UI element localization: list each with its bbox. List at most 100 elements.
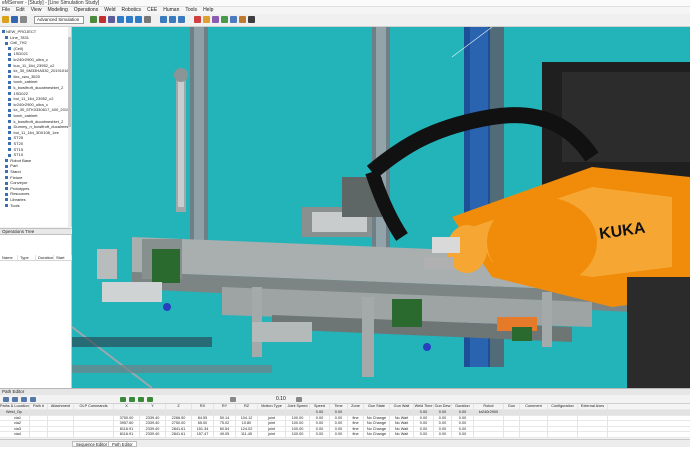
column-header[interactable]: Weld Time	[414, 404, 434, 410]
column-header[interactable]: RY	[214, 404, 236, 410]
column-header[interactable]: Joint Speed	[286, 404, 310, 410]
fit-view-icon[interactable]	[144, 16, 151, 23]
column-header[interactable]: X	[114, 404, 140, 410]
column-header[interactable]: Motion Type	[258, 404, 286, 410]
table-cell[interactable]: 8116.91	[114, 432, 140, 438]
graphic-viewer-3d[interactable]: KUKA	[72, 27, 690, 388]
tree-item[interactable]: Tools	[5, 203, 20, 208]
table-cell[interactable]: 0.00	[434, 432, 452, 438]
tree-item[interactable]: Robot Base	[5, 158, 31, 163]
column-header[interactable]: Robot	[474, 404, 504, 410]
tree-item[interactable]: ST25	[8, 135, 23, 140]
zoom-icon[interactable]	[135, 16, 142, 23]
table-cell[interactable]	[578, 432, 608, 438]
table-cell[interactable]: via4	[0, 432, 30, 438]
table-cell[interactable]: 100.00	[286, 432, 310, 438]
menu-human[interactable]: Human	[163, 7, 179, 14]
tree-item[interactable]: bol_11_1lld_3D0108_1ee	[8, 130, 59, 135]
tree-item[interactable]: torch_cabinet	[8, 113, 38, 118]
column-header[interactable]: Path #	[30, 404, 48, 410]
column-header[interactable]: Time	[330, 404, 348, 410]
ops-col-duration[interactable]: Duration	[36, 255, 54, 260]
tree-item[interactable]: torch_cabinet	[8, 79, 38, 84]
tree-item[interactable]: Part	[5, 163, 18, 168]
menu-modeling[interactable]: Modeling	[47, 7, 67, 14]
menu-tools[interactable]: Tools	[185, 7, 197, 14]
table-cell[interactable]: 0.00	[310, 432, 330, 438]
save-icon[interactable]	[11, 16, 18, 23]
tree-item[interactable]: 1SD021	[8, 51, 28, 56]
table-cell[interactable]: 0.00	[414, 432, 434, 438]
table-cell[interactable]	[74, 432, 114, 438]
table-cell[interactable]: 0.00	[330, 432, 348, 438]
menu-file[interactable]: File	[2, 7, 10, 14]
play-icon[interactable]	[90, 16, 97, 23]
tree-item[interactable]: Conveyor	[5, 180, 27, 185]
undo-icon[interactable]	[20, 16, 27, 23]
view-top-icon[interactable]	[169, 16, 176, 23]
play-backward-icon[interactable]	[120, 397, 126, 402]
tree-item[interactable]: kx_30_5M33HA532_20191016	[8, 68, 69, 73]
tree-item[interactable]: ST10	[8, 152, 23, 157]
column-header[interactable]: Configuration	[548, 404, 578, 410]
tree-item[interactable]: kux_11_1lld_23952_c2	[8, 63, 54, 68]
column-header[interactable]: External Axes	[578, 404, 608, 410]
open-icon[interactable]	[2, 16, 9, 23]
tree-item[interactable]: Cell_7H2	[5, 40, 27, 45]
table-cell[interactable]: No Wait	[390, 432, 414, 438]
tree-item[interactable]: Resources	[5, 191, 29, 196]
table-cell[interactable]	[520, 432, 548, 438]
tree-item[interactable]: k_bowlfroft_ducalmeshtet_2	[8, 119, 63, 124]
tree-item[interactable]: bol_11_1lld_23952_c2	[8, 96, 53, 101]
tree-item[interactable]: ST20	[8, 141, 23, 146]
table-row[interactable]: via4 8116.91 2339.40 2841.61 157.47 49.05 111.…	[0, 432, 690, 438]
menu-edit[interactable]: Edit	[16, 7, 25, 14]
tree-item[interactable]: ST15	[8, 147, 23, 152]
menu-cee[interactable]: CEE	[147, 7, 157, 14]
snapshot-icon[interactable]	[230, 16, 237, 23]
add-operation-icon[interactable]	[3, 397, 9, 402]
table-cell[interactable]: 2339.40	[140, 432, 166, 438]
table-cell[interactable]: joint	[258, 432, 286, 438]
tree-item[interactable]: kr240r2900_ultra_c	[8, 102, 48, 107]
tree-item[interactable]: Fixture	[5, 175, 23, 180]
tree-item[interactable]: Prototypes	[5, 186, 29, 191]
move-up-icon[interactable]	[21, 397, 27, 402]
move-down-icon[interactable]	[30, 397, 36, 402]
tree-item[interactable]: Libraries	[5, 197, 26, 202]
view-front-icon[interactable]	[160, 16, 167, 23]
menu-operations[interactable]: Operations	[74, 7, 98, 14]
tree-scroll-thumb[interactable]	[68, 37, 71, 127]
column-header[interactable]: RZ	[236, 404, 258, 410]
menu-help[interactable]: Help	[203, 7, 213, 14]
table-cell[interactable]: 111.45	[236, 432, 258, 438]
play-forward-icon[interactable]	[129, 397, 135, 402]
column-header[interactable]: RX	[192, 404, 214, 410]
table-cell[interactable]	[504, 432, 520, 438]
view-side-icon[interactable]	[178, 16, 185, 23]
pause-icon[interactable]	[138, 397, 144, 402]
column-header[interactable]: Z	[166, 404, 192, 410]
column-header[interactable]: Duration	[452, 404, 474, 410]
tree-scrollbar[interactable]	[68, 27, 71, 227]
tree-item[interactable]: kx_30_5TK0330817_400_20150821	[8, 107, 71, 112]
column-header[interactable]: Speed	[310, 404, 330, 410]
measure-icon[interactable]	[221, 16, 228, 23]
column-header[interactable]: Comment	[520, 404, 548, 410]
record-icon[interactable]	[194, 16, 201, 23]
column-header[interactable]: Gun State	[364, 404, 390, 410]
rotate-view-icon[interactable]	[117, 16, 124, 23]
tree-item[interactable]: Line_7831	[5, 35, 29, 40]
menu-view[interactable]: View	[31, 7, 42, 14]
menu-robotics[interactable]: Robotics	[122, 7, 141, 14]
jump-to-end-icon[interactable]	[147, 397, 153, 402]
table-cell[interactable]	[30, 432, 48, 438]
table-cell[interactable]: 0.00	[452, 432, 474, 438]
collision-icon[interactable]	[239, 16, 246, 23]
step-icon[interactable]	[108, 16, 115, 23]
tree-item[interactable]: k_bowlfroft_ducalmeshtet_2	[8, 85, 63, 90]
column-header[interactable]: Gun	[504, 404, 520, 410]
simulation-mode-select[interactable]: Advanced Simulation	[34, 16, 84, 24]
tree-item[interactable]: NEW_PROJECT	[2, 29, 36, 34]
menu-weld[interactable]: Weld	[104, 7, 115, 14]
